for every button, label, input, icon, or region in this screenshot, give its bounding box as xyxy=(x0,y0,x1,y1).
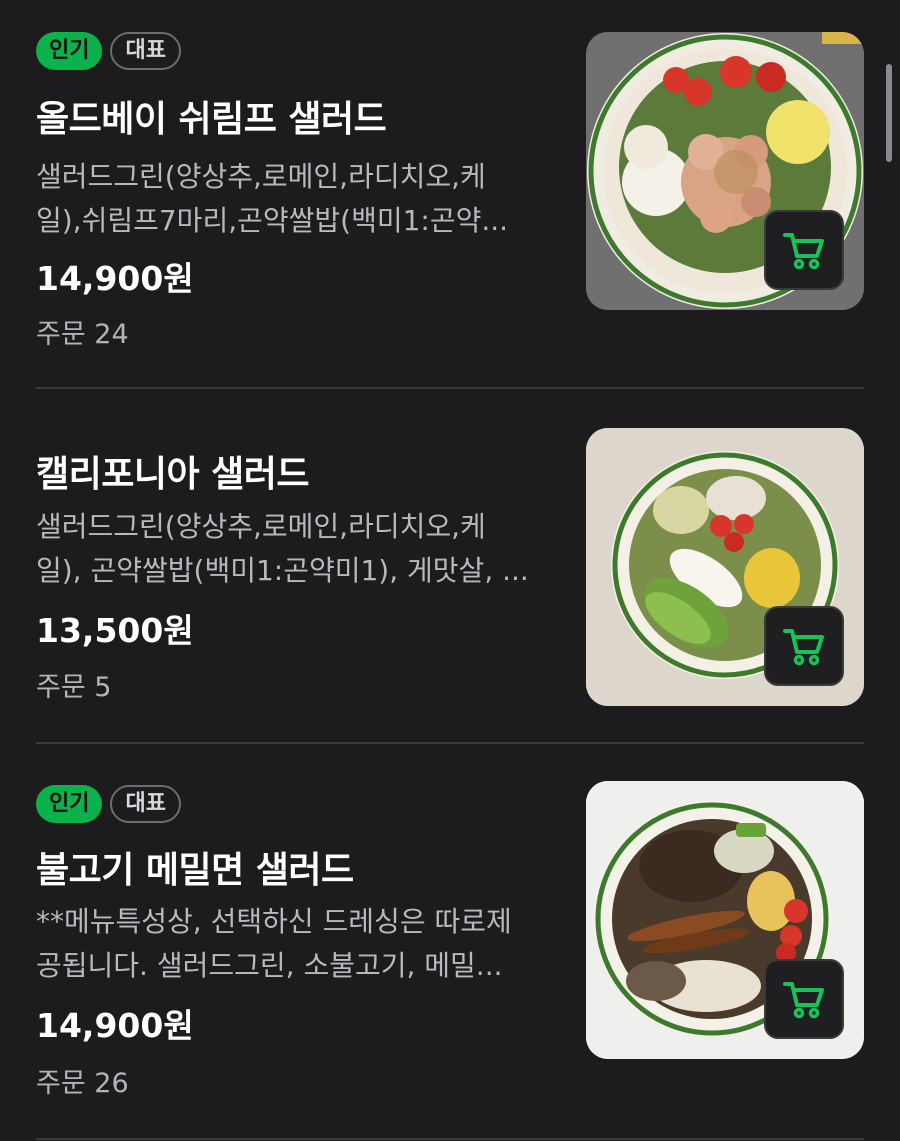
description-line: 샐러드그린(양상추,로메인,라디치오,케 xyxy=(36,510,486,543)
menu-item-title: 캘리포니아 샐러드 xyxy=(36,454,310,495)
add-to-cart-button[interactable] xyxy=(764,959,844,1039)
menu-item-order-count: 주문 5 xyxy=(36,672,112,703)
cart-icon xyxy=(783,233,824,270)
menu-item-oldbay-shrimp[interactable]: 인기 대표 올드베이 쉬림프 샐러드 샐러드그린(양상추,로메인,라디치오,케 … xyxy=(0,0,900,355)
menu-item-price: 14,900원 xyxy=(36,1006,194,1045)
badge-popular: 인기 xyxy=(36,785,103,823)
menu-item-title: 불고기 메밀면 샐러드 xyxy=(36,850,354,891)
menu-list: 인기 대표 올드베이 쉬림프 샐러드 샐러드그린(양상추,로메인,라디치오,케 … xyxy=(0,0,900,1141)
menu-item-order-count: 주문 26 xyxy=(36,1068,129,1099)
item-divider xyxy=(36,742,864,744)
description-line: 샐러드그린(양상추,로메인,라디치오,케 xyxy=(36,160,486,193)
scrollbar-thumb[interactable] xyxy=(886,64,892,162)
menu-item-description: 샐러드그린(양상추,로메인,라디치오,케 일),쉬림프7마리,곤약쌀밥(백미1:… xyxy=(36,155,536,243)
description-line: 일), 곤약쌀밥(백미1:곤약미1), 게맛살, ... xyxy=(36,554,529,587)
description-line: 공됩니다. 샐러드그린, 소불고기, 메밀... xyxy=(36,949,503,982)
menu-item-title: 올드베이 쉬림프 샐러드 xyxy=(36,99,387,140)
add-to-cart-button[interactable] xyxy=(764,210,844,290)
menu-item-image-california-salad[interactable] xyxy=(586,428,864,706)
cart-icon xyxy=(783,629,824,666)
menu-item-price: 13,500원 xyxy=(36,611,194,650)
menu-item-bulgogi-buckwheat[interactable]: 인기 대표 불고기 메밀면 샐러드 **메뉴특성상, 선택하신 드레싱은 따로제… xyxy=(0,745,900,1100)
badge-signature: 대표 xyxy=(110,32,181,70)
add-to-cart-button[interactable] xyxy=(764,606,844,686)
menu-item-california[interactable]: 캘리포니아 샐러드 샐러드그린(양상추,로메인,라디치오,케 일), 곤약쌀밥(… xyxy=(0,390,900,745)
menu-item-order-count: 주문 24 xyxy=(36,319,129,350)
menu-item-image-bulgogi-salad[interactable] xyxy=(586,781,864,1059)
menu-item-price: 14,900원 xyxy=(36,259,194,298)
description-line: **메뉴특성상, 선택하신 드레싱은 따로제 xyxy=(36,905,512,938)
badge-popular: 인기 xyxy=(36,32,103,70)
badge-group: 인기 대표 xyxy=(36,32,181,70)
menu-item-description: 샐러드그린(양상추,로메인,라디치오,케 일), 곤약쌀밥(백미1:곤약미1),… xyxy=(36,505,536,593)
item-divider xyxy=(36,1138,864,1140)
menu-item-description: **메뉴특성상, 선택하신 드레싱은 따로제 공됩니다. 샐러드그린, 소불고기… xyxy=(36,900,536,988)
cart-icon xyxy=(783,982,824,1019)
badge-signature: 대표 xyxy=(110,785,181,823)
menu-item-image-shrimp-salad[interactable] xyxy=(586,32,864,310)
item-divider xyxy=(36,387,864,389)
badge-group: 인기 대표 xyxy=(36,785,181,823)
description-line: 일),쉬림프7마리,곤약쌀밥(백미1:곤약... xyxy=(36,204,509,237)
